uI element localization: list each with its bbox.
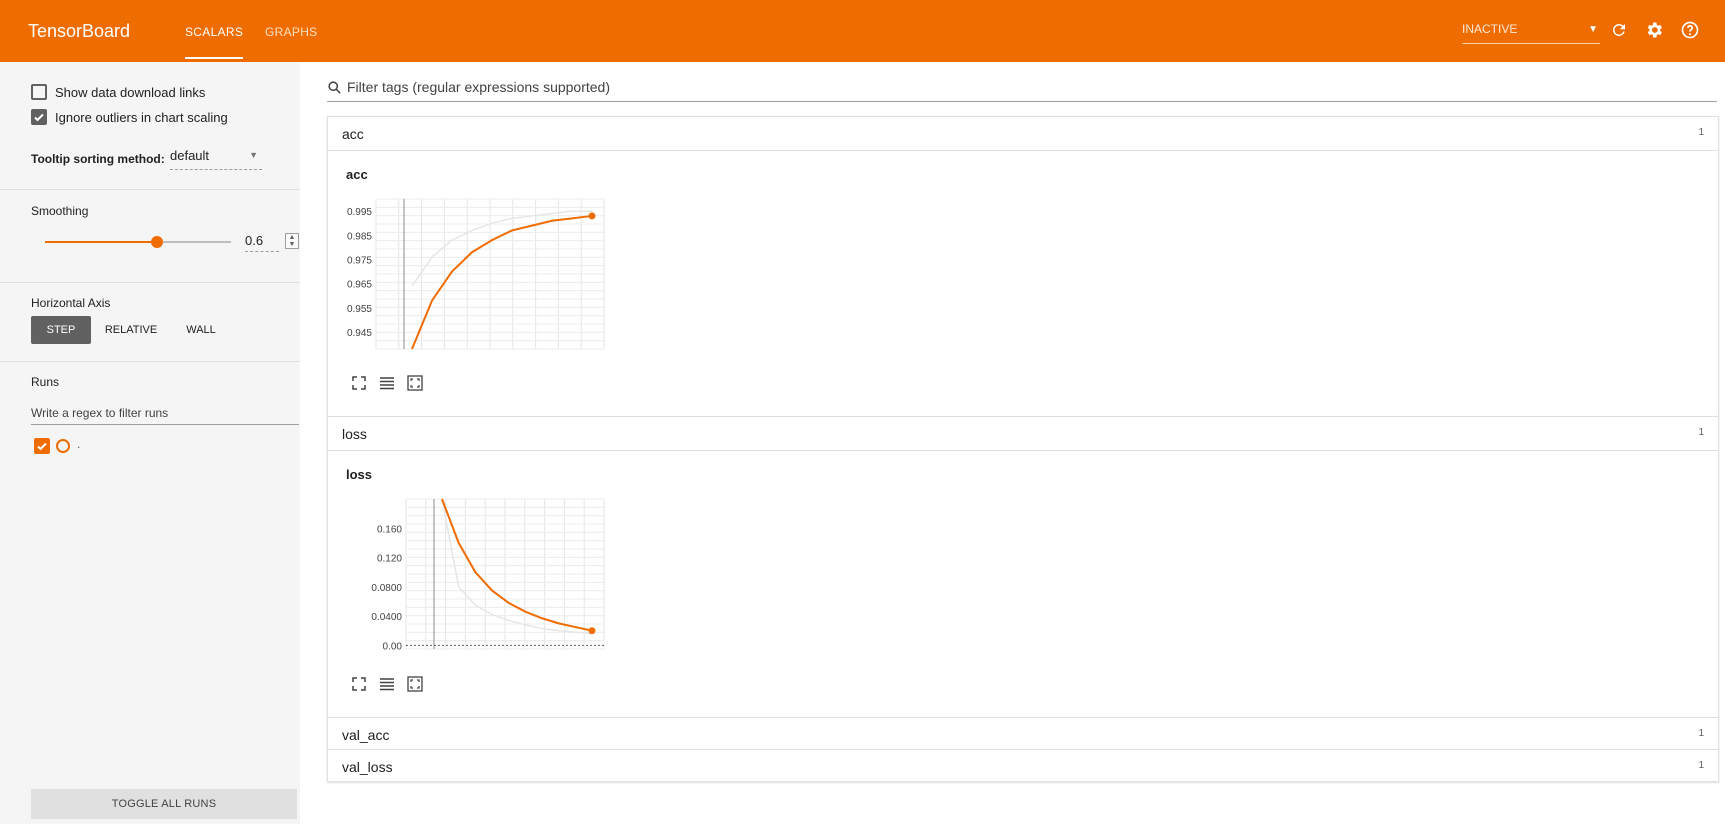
tag-filter-placeholder: Filter tags (regular expressions support… [347,79,611,95]
tag-filter-input[interactable]: Filter tags (regular expressions support… [327,74,1717,102]
show-download-links-label: Show data download links [55,84,206,100]
category-count: 1 [1698,127,1704,138]
expand-icon[interactable] [350,675,368,693]
run-name: . [77,437,81,451]
expand-icon[interactable] [350,374,368,392]
category-loss: loss 1 loss 0.160 0.120 0.0800 0.0400 0.00 [327,416,1719,718]
y-tick-label: 0.995 [347,207,372,218]
ignore-outliers-checkbox[interactable]: Ignore outliers in chart scaling [31,109,228,125]
spinner-arrows-icon[interactable]: ▲ ▼ [285,233,299,249]
series-line-smoothed [441,498,593,632]
smoothing-title: Smoothing [31,204,89,218]
smoothing-value-input[interactable]: 0.6 [245,233,279,252]
category-header[interactable]: acc 1 [328,117,1718,151]
chart-title: loss [346,467,373,482]
category-val-acc[interactable]: val_acc 1 [327,717,1719,750]
category-name: val_acc [342,727,390,743]
search-icon [328,81,341,94]
acc-chart[interactable]: 0.995 0.985 0.975 0.965 0.955 0.945 [344,189,674,369]
run-checkbox[interactable] [34,438,50,454]
y-tick-label: 0.0400 [371,612,402,623]
chevron-down-icon: ▼ [1588,24,1598,35]
runs-filter-placeholder: Write a regex to filter runs [31,406,169,420]
chevron-down-icon: ▼ [249,150,258,160]
list-icon[interactable] [378,374,396,392]
run-status-value: INACTIVE [1462,22,1518,36]
checkbox-unchecked-icon[interactable] [31,84,47,100]
category-count: 1 [1698,427,1704,438]
runs-filter-input[interactable]: Write a regex to filter runs [31,401,299,425]
list-icon[interactable] [378,675,396,693]
run-status-select[interactable]: INACTIVE ▼ [1462,22,1600,44]
ignore-outliers-label: Ignore outliers in chart scaling [55,109,228,125]
toggle-all-runs-button[interactable]: TOGGLE ALL RUNS [31,789,297,819]
last-point-marker [588,627,596,635]
category-name: val_loss [342,759,393,775]
help-icon[interactable] [1678,18,1702,42]
tab-graphs[interactable]: GRAPHS [265,25,317,39]
y-tick-label: 0.0800 [371,583,402,594]
category-count: 1 [1698,760,1704,771]
runs-title: Runs [31,375,60,389]
horizontal-axis-title: Horizontal Axis [31,296,111,310]
tooltip-sorting-label: Tooltip sorting method: [31,152,165,166]
axis-step-button[interactable]: STEP [31,316,91,344]
fit-domain-icon[interactable] [406,374,424,392]
y-tick-label: 0.965 [347,280,372,291]
refresh-icon[interactable] [1607,18,1631,42]
y-tick-label: 0.00 [383,641,403,652]
axis-wall-button[interactable]: WALL [176,316,226,344]
smoothing-slider[interactable] [45,236,231,248]
y-tick-label: 0.160 [377,524,402,535]
fit-domain-icon[interactable] [406,675,424,693]
category-header[interactable]: loss 1 [328,417,1718,451]
chart-title: acc [346,167,368,182]
y-tick-label: 0.955 [347,304,372,315]
y-tick-label: 0.945 [347,328,372,339]
run-color-circle-icon [56,439,70,453]
category-name: acc [342,126,364,142]
category-count: 1 [1698,728,1704,739]
settings-gear-icon[interactable] [1642,18,1666,42]
divider [0,361,300,362]
series-line-raw [441,498,593,635]
loss-chart[interactable]: 0.160 0.120 0.0800 0.0400 0.00 [344,489,674,669]
top-app-bar: TensorBoard SCALARS GRAPHS INACTIVE ▼ [0,0,1725,62]
checkbox-checked-icon[interactable] [31,109,47,125]
show-download-links-checkbox[interactable]: Show data download links [31,84,205,100]
tooltip-sorting-value: default [170,148,210,163]
tooltip-sorting-select[interactable]: default ▼ [170,148,262,170]
smoothing-slider-handle[interactable] [150,236,163,248]
axis-relative-button[interactable]: RELATIVE [96,316,166,344]
category-val-loss[interactable]: val_loss 1 [327,749,1719,782]
y-tick-label: 0.985 [347,231,372,242]
last-point-marker [588,212,596,220]
y-tick-label: 0.120 [377,554,402,565]
app-title: TensorBoard [28,21,131,41]
y-tick-label: 0.975 [347,255,372,266]
smoothing-slider-fill [45,241,157,243]
category-name: loss [342,426,367,442]
tab-scalars[interactable]: SCALARS [185,25,244,59]
sidebar: Show data download links Ignore outliers… [0,62,300,824]
category-acc: acc 1 acc 0.995 0.985 0.975 0.965 0.955 0.945 [327,116,1719,417]
